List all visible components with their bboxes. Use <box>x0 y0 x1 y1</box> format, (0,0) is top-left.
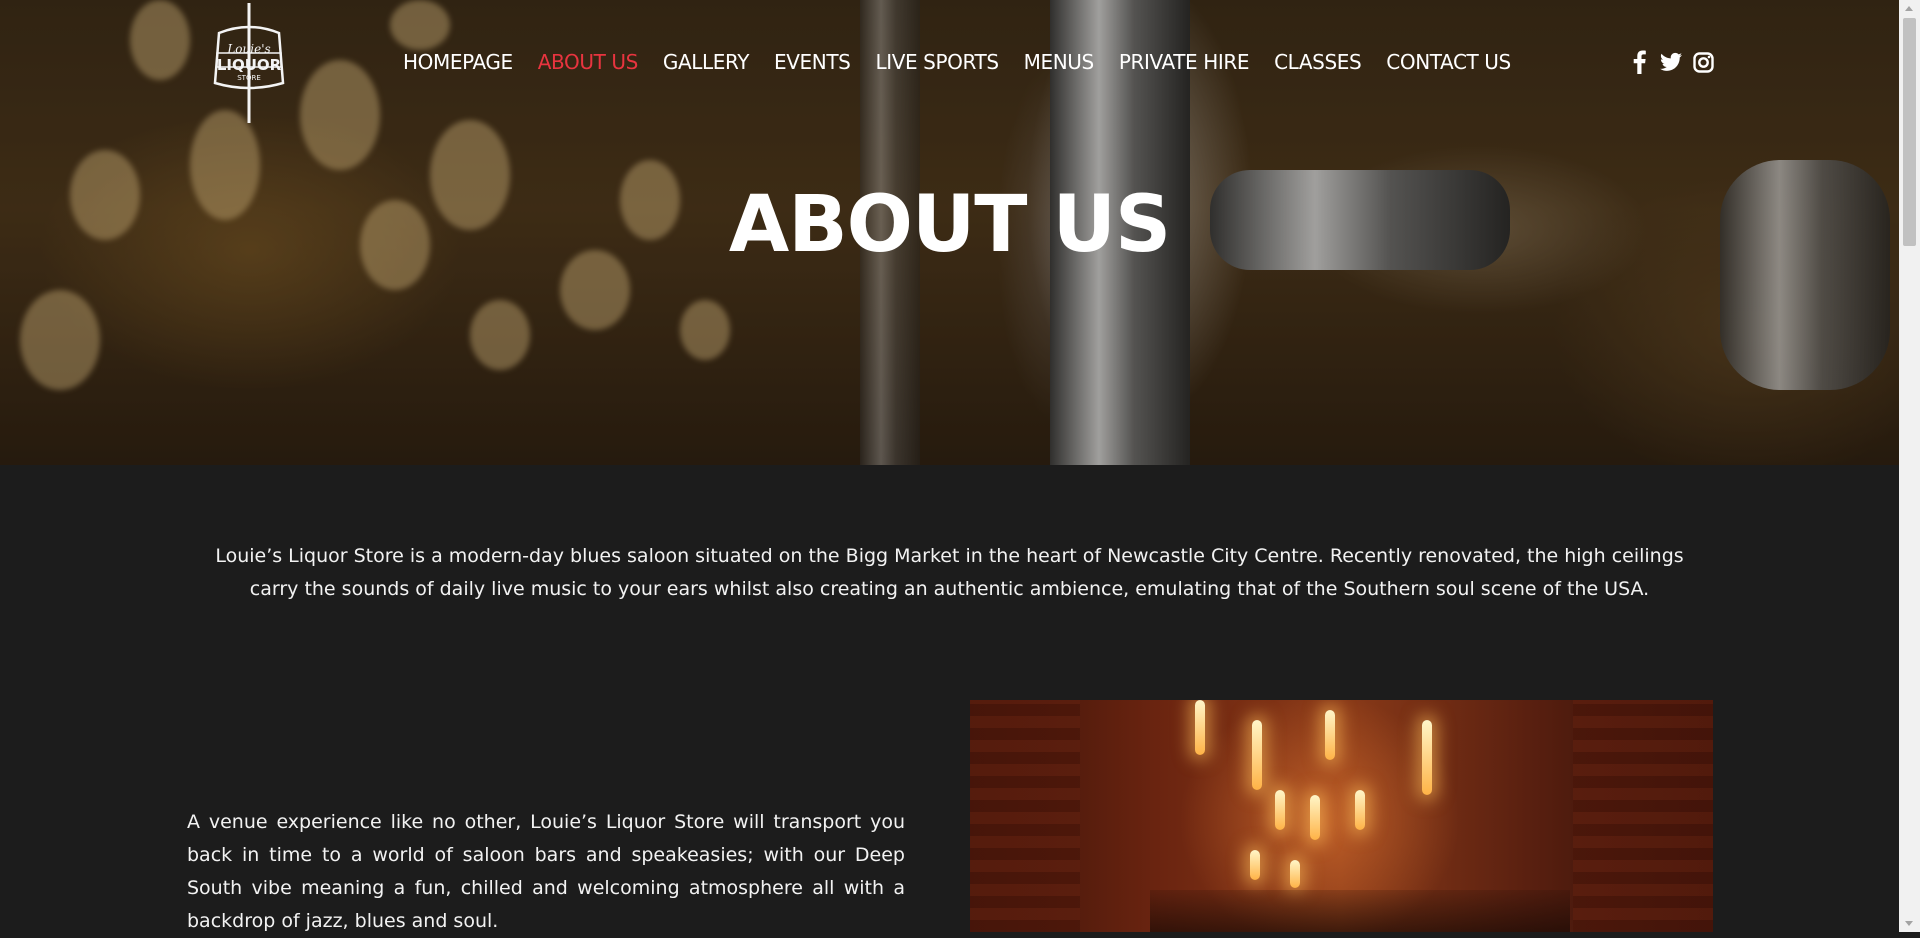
venue-interior-photo <box>970 700 1713 932</box>
hanging-bulb <box>1422 720 1432 795</box>
hanging-bulb <box>1355 790 1365 830</box>
hanging-bulb <box>1252 720 1262 790</box>
hanging-bulb <box>1310 795 1320 840</box>
hanging-bulb <box>1275 790 1285 830</box>
main-navigation: HOMEPAGE ABOUT US GALLERY EVENTS LIVE SP… <box>403 46 1536 78</box>
social-links <box>1628 50 1714 74</box>
nav-item-classes[interactable]: CLASSES <box>1274 46 1362 78</box>
logo-text-sub: STORE <box>237 74 261 82</box>
nav-item-about-us[interactable]: ABOUT US <box>538 46 639 78</box>
instagram-icon[interactable] <box>1692 50 1714 74</box>
logo-text-main: LIQUOR <box>216 56 282 74</box>
page-scrollbar[interactable] <box>1899 0 1920 932</box>
nav-item-homepage[interactable]: HOMEPAGE <box>403 46 513 78</box>
nav-item-live-sports[interactable]: LIVE SPORTS <box>875 46 999 78</box>
nav-item-gallery[interactable]: GALLERY <box>663 46 750 78</box>
nav-item-contact-us[interactable]: CONTACT US <box>1386 46 1511 78</box>
hanging-bulb <box>1290 860 1300 888</box>
hanging-bulb <box>1325 710 1335 760</box>
scroll-up-arrow-icon[interactable] <box>1905 6 1913 11</box>
hanging-bulb <box>1195 700 1205 755</box>
crowd <box>1150 890 1570 932</box>
hanging-bulb <box>1250 850 1260 880</box>
brick-wall <box>970 700 1080 932</box>
facebook-icon[interactable] <box>1628 50 1650 74</box>
nav-item-events[interactable]: EVENTS <box>774 46 851 78</box>
intro-text: Louie’s Liquor Store is a modern-day blu… <box>215 545 1684 600</box>
scroll-down-arrow-icon[interactable] <box>1905 921 1913 926</box>
hero-banner: Louie's LIQUOR STORE HOMEPAGE ABOUT US G… <box>0 0 1899 465</box>
logo-text-script: Louie's <box>227 42 271 56</box>
brick-wall <box>1573 700 1713 932</box>
nav-item-menus[interactable]: MENUS <box>1024 46 1095 78</box>
scrollbar-thumb[interactable] <box>1903 18 1916 246</box>
page-title: ABOUT US <box>728 180 1171 270</box>
venue-description: A venue experience like no other, Louie’… <box>187 811 905 932</box>
twitter-icon[interactable] <box>1660 50 1682 74</box>
nav-item-private-hire[interactable]: PRIVATE HIRE <box>1119 46 1250 78</box>
